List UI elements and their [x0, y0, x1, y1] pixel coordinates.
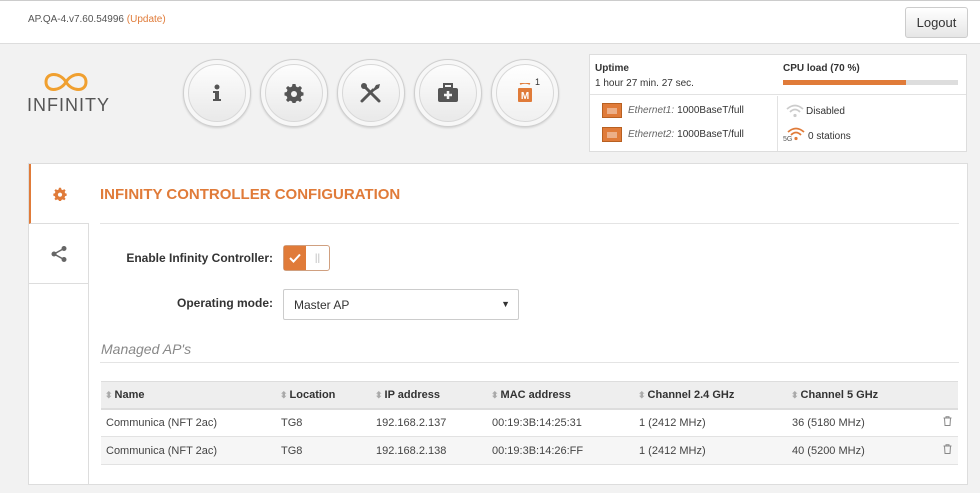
update-link[interactable]: (Update) [127, 14, 166, 25]
nav-tools-button[interactable] [337, 59, 405, 127]
uptime-value: 1 hour 27 min. 27 sec. [595, 78, 694, 89]
config-panel: INFINITY CONTROLLER CONFIGURATION Enable… [28, 163, 968, 485]
logo-text: INFINITY [27, 95, 110, 115]
sort-icon: ⬍ [375, 389, 383, 400]
wifi-24-status: Disabled [786, 104, 845, 118]
tab-configuration[interactable] [29, 164, 89, 224]
col-actions-header [927, 381, 958, 410]
operating-mode-select[interactable]: Master AP ▼ [283, 289, 519, 320]
enable-controller-toggle[interactable]: || [283, 245, 330, 271]
infinity-logo: INFINITY [27, 70, 109, 116]
cpu-load-bar [783, 80, 958, 85]
wifi-5g-icon: 5G [783, 127, 805, 145]
managed-aps-heading: Managed AP's [101, 341, 192, 357]
cell-channel5: 36 (5180 MHz) [787, 408, 927, 437]
col-name-header[interactable]: ⬍ Name [101, 381, 276, 410]
chevron-down-icon: ▼ [501, 299, 510, 309]
managed-divider [100, 362, 959, 363]
wifi-5-status: 5G 0 stations [783, 127, 851, 145]
sort-icon: ⬍ [638, 389, 646, 400]
operating-mode-label: Operating mode: [176, 296, 273, 310]
table-row: Communica (NFT 2ac) TG8 192.168.2.137 00… [101, 408, 958, 437]
gear-icon [53, 187, 67, 201]
status-summary: Uptime 1 hour 27 min. 27 sec. CPU load (… [590, 55, 966, 95]
gear-icon [284, 84, 304, 103]
ethernet1-status: Ethernet1: 1000BaseT/full [602, 103, 744, 118]
cell-mac: 00:19:3B:14:26:FF [487, 436, 634, 465]
delete-row-button[interactable] [927, 436, 958, 465]
controller-letter: M [521, 91, 529, 102]
wifi-5g-tag: 5G [783, 136, 793, 143]
controller-badge: 1 [534, 77, 540, 87]
wifi-5-value: 0 stations [808, 130, 851, 142]
col-ip-header[interactable]: ⬍ IP address [371, 381, 487, 410]
operating-mode-value: Master AP [294, 298, 350, 312]
uptime-label: Uptime [595, 63, 629, 74]
tab-share[interactable] [29, 224, 89, 284]
cell-channel24: 1 (2412 MHz) [634, 436, 787, 465]
cell-name: Communica (NFT 2ac) [101, 408, 276, 437]
sort-icon: ⬍ [791, 389, 799, 400]
enable-controller-label: Enable Infinity Controller: [126, 251, 273, 265]
col-channel5-header[interactable]: ⬍ Channel 5 GHz [787, 381, 927, 410]
wifi-24-value: Disabled [806, 105, 845, 117]
firmware-version: AP.QA-4.v7.60.54996 (Update) [28, 14, 166, 25]
logout-button[interactable]: Logout [905, 7, 968, 38]
table-row: Communica (NFT 2ac) TG8 192.168.2.138 00… [101, 436, 958, 465]
ethernet2-value: 1000BaseT/full [677, 129, 744, 140]
nav-info-button[interactable] [183, 59, 251, 127]
cpu-load-fill [783, 80, 906, 85]
title-divider [100, 223, 959, 224]
cpu-load-label: CPU load (70 %) [783, 63, 860, 74]
cell-location: TG8 [276, 408, 371, 437]
toggle-on-state [284, 246, 306, 270]
check-icon [289, 253, 301, 263]
side-tabs-column [29, 284, 89, 484]
cell-name: Communica (NFT 2ac) [101, 436, 276, 465]
cell-channel5: 40 (5200 MHz) [787, 436, 927, 465]
share-icon [51, 245, 66, 262]
nav-controller-button[interactable]: M 1 [491, 59, 559, 127]
delete-row-button[interactable] [927, 408, 958, 437]
version-text: AP.QA-4.v7.60.54996 [28, 14, 124, 25]
cell-ip: 192.168.2.137 [371, 408, 487, 437]
nav-toolbox-button[interactable] [414, 59, 482, 127]
medkit-icon [438, 83, 458, 102]
table-header-row: ⬍ Name ⬍ Location ⬍ IP address ⬍ MAC address… [101, 381, 958, 410]
col-location-header[interactable]: ⬍ Location [276, 381, 371, 410]
wifi-disabled-icon [786, 104, 804, 118]
status-divider [777, 96, 778, 151]
sort-icon: ⬍ [280, 389, 288, 400]
sort-icon: ⬍ [105, 389, 113, 400]
col-mac-header[interactable]: ⬍ MAC address [487, 381, 634, 410]
top-bar: AP.QA-4.v7.60.54996 (Update) Logout [0, 0, 980, 44]
ethernet1-value: 1000BaseT/full [677, 105, 744, 116]
col-channel24-header[interactable]: ⬍ Channel 2.4 GHz [634, 381, 787, 410]
ethernet1-label: Ethernet1: [628, 105, 675, 116]
ethernet-port-icon [602, 127, 622, 142]
cell-location: TG8 [276, 436, 371, 465]
cell-ip: 192.168.2.138 [371, 436, 487, 465]
trash-icon [943, 444, 952, 454]
page-title: INFINITY CONTROLLER CONFIGURATION [100, 186, 401, 203]
ethernet2-status: Ethernet2: 1000BaseT/full [602, 127, 744, 142]
ethernet-port-icon [602, 103, 622, 118]
infinity-symbol-icon [44, 73, 88, 91]
nav-settings-button[interactable] [260, 59, 328, 127]
cell-mac: 00:19:3B:14:25:31 [487, 408, 634, 437]
ethernet2-label: Ethernet2: [628, 129, 675, 140]
info-icon [213, 84, 221, 101]
tools-icon [360, 83, 381, 103]
controller-m-icon: M [518, 83, 532, 102]
cell-channel24: 1 (2412 MHz) [634, 408, 787, 437]
trash-icon [943, 416, 952, 427]
managed-aps-table: ⬍ Name ⬍ Location ⬍ IP address ⬍ MAC address… [101, 381, 958, 465]
sort-icon: ⬍ [491, 389, 499, 400]
toggle-knob: || [314, 252, 321, 264]
status-box: Uptime 1 hour 27 min. 27 sec. CPU load (… [589, 54, 967, 152]
